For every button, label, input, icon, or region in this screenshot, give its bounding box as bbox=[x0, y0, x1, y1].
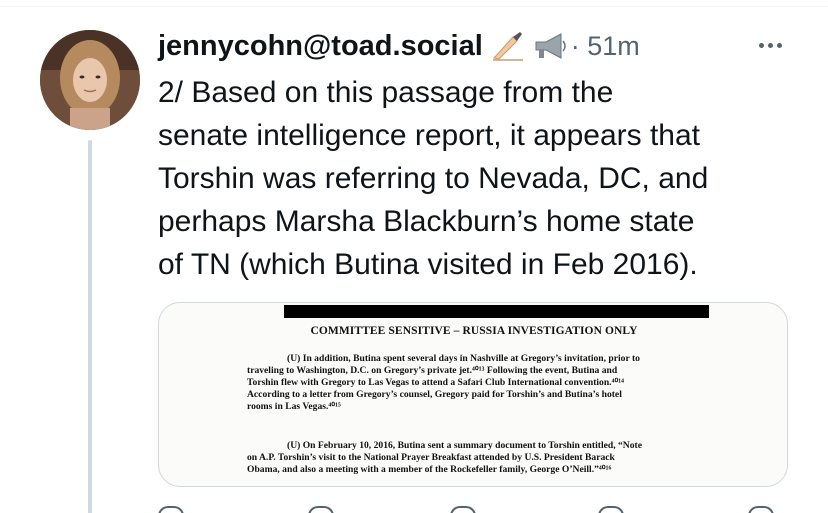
writing-hand-icon bbox=[491, 31, 525, 61]
share-icon[interactable] bbox=[748, 506, 774, 513]
document-paragraph: (U) On February 10, 2016, Butina sent a … bbox=[247, 440, 727, 476]
document-line: Obama, and also a meeting with a member … bbox=[247, 464, 612, 475]
document-line: (U) In addition, Butina spent several da… bbox=[287, 353, 640, 364]
reply-icon[interactable] bbox=[158, 506, 184, 513]
post-header: jennycohn@toad.social · 51m bbox=[158, 26, 640, 66]
document-line: Torshin flew with Gregory to Las Vegas t… bbox=[247, 377, 625, 388]
like-icon[interactable] bbox=[450, 506, 476, 513]
document-line: on A.P. Torshin’s visit to the National … bbox=[247, 452, 615, 463]
document-paragraph: (U) In addition, Butina spent several da… bbox=[247, 353, 727, 413]
timestamp[interactable]: · 51m bbox=[571, 31, 640, 62]
post-text-line: perhaps Marsha Blackburn’s home state bbox=[158, 205, 695, 238]
post-text: 2/ Based on this passage from the senate… bbox=[158, 71, 798, 286]
top-divider bbox=[0, 6, 828, 7]
document-line: (U) On February 10, 2016, Butina sent a … bbox=[287, 440, 642, 451]
document-header: COMMITTEE SENSITIVE – RUSSIA INVESTIGATI… bbox=[310, 325, 638, 337]
megaphone-icon bbox=[533, 31, 569, 61]
repost-icon[interactable] bbox=[308, 506, 334, 513]
document-line: According to a letter from Gregory’s cou… bbox=[247, 389, 622, 400]
post-text-line: Torshin was referring to Nevada, DC, and bbox=[158, 162, 709, 195]
post-text-line: 2/ Based on this passage from the bbox=[158, 76, 614, 109]
action-bar bbox=[158, 500, 788, 513]
username[interactable]: jennycohn@toad.social bbox=[158, 30, 483, 63]
post-text-line: of TN (which Butina visited in Feb 2016)… bbox=[158, 248, 698, 281]
avatar[interactable] bbox=[40, 30, 140, 130]
attached-image[interactable]: COMMITTEE SENSITIVE – RUSSIA INVESTIGATI… bbox=[158, 302, 788, 487]
post-text-line: senate intelligence report, it appears t… bbox=[158, 119, 701, 152]
views-icon[interactable] bbox=[598, 506, 624, 513]
thread-line bbox=[88, 140, 92, 513]
redaction-bar bbox=[284, 305, 709, 318]
document-line: rooms in Las Vegas.⁴⁰¹⁵ bbox=[247, 401, 341, 412]
document-line: traveling to Washington, D.C. on Gregory… bbox=[247, 365, 618, 376]
more-options-icon[interactable] bbox=[752, 30, 788, 60]
avatar-photo bbox=[40, 30, 140, 130]
